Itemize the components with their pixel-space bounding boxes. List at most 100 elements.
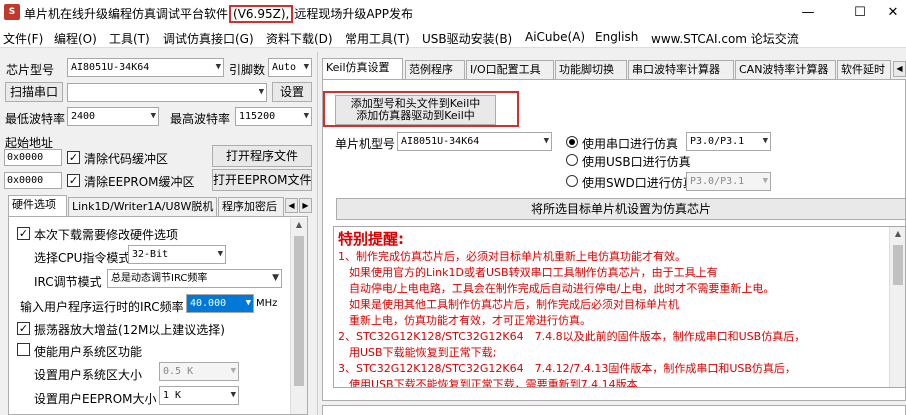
enable-sys-area-label: 使能用户系统区功能	[34, 345, 143, 359]
menu-english[interactable]: English	[595, 30, 638, 44]
cpu-mode-value: 32-Bit	[132, 249, 169, 260]
menu-downloads[interactable]: 资料下载(D)	[266, 30, 333, 47]
port-select[interactable]: ▼	[67, 83, 267, 102]
chevron-down-icon: ▼	[245, 298, 251, 308]
max-baud-select[interactable]: 115200 ▼	[235, 107, 312, 126]
max-baud-value: 115200	[239, 111, 276, 122]
settings-button[interactable]: 设置	[272, 82, 312, 102]
swd-pin-value: P3.0/P3.1	[690, 176, 745, 187]
tab-offline[interactable]: Link1D/Writer1A/U8W脱机	[68, 197, 217, 217]
menu-bar: 文件(F) 编程(O) 工具(T) 调试仿真接口(G) 资料下载(D) 常用工具…	[0, 26, 906, 48]
osc-gain-label: 振荡器放大增益(12M以上建议选择)	[34, 323, 225, 337]
scroll-up-icon[interactable]: ▲	[291, 220, 307, 229]
maximize-button[interactable]: ☐	[840, 3, 880, 23]
title-bar: S 单片机在线升级编程仿真调试平台软件 (V6.95Z), 远程现场升级APP发布 …	[0, 0, 906, 26]
menu-aicube[interactable]: AiCube(A)	[525, 30, 585, 44]
tab-pin-switch[interactable]: 功能脚切换	[555, 60, 627, 80]
min-baud-value: 2400	[71, 111, 96, 122]
eeprom-size-select[interactable]: 1 K ▼	[159, 386, 239, 405]
menu-debug-interface[interactable]: 调试仿真接口(G)	[163, 30, 254, 47]
min-baud-select[interactable]: 2400 ▼	[67, 107, 159, 126]
use-usb-radio[interactable]	[566, 154, 578, 169]
pin-count-select[interactable]: Auto ▼	[268, 58, 312, 77]
irc-mode-select[interactable]: 总是动态调节IRC频率 ▼	[107, 269, 282, 288]
tab-scroll-right[interactable]: ▶	[299, 198, 312, 213]
irc-freq-unit: MHz	[256, 298, 278, 309]
clear-eeprom-checkbox[interactable]: ✓	[67, 173, 80, 187]
notice-title: 特别提醒:	[338, 230, 404, 248]
cpu-mode-select[interactable]: 32-Bit ▼	[128, 245, 226, 264]
chip-model-select[interactable]: AI8051U-34K64 ▼	[67, 58, 224, 77]
tab-delay[interactable]: 软件延时	[837, 60, 891, 80]
title-prefix: 单片机在线升级编程仿真调试平台软件	[24, 7, 229, 21]
tab-examples[interactable]: 范例程序	[405, 60, 465, 80]
scroll-thumb[interactable]	[294, 236, 304, 386]
version-label: (V6.95Z),	[229, 5, 294, 23]
menu-usb-driver[interactable]: USB驱动安装(B)	[422, 30, 512, 47]
tab-hardware-options[interactable]: 硬件选项	[8, 195, 67, 217]
menu-file[interactable]: 文件(F)	[3, 30, 43, 47]
checkbox-icon	[17, 343, 30, 356]
chevron-right-icon: ▶	[302, 201, 309, 210]
notice-line: 重新上电，仿真功能才有效，才可正常进行仿真。	[338, 314, 591, 327]
notice-textarea[interactable]: 特别提醒: 1、制作完成仿真芯片后，必须对目标单片机重新上电仿真功能才有效。 如…	[333, 226, 906, 388]
notice-line: 2、STC32G12K128/STC32G12K64 7.4.8以及此前的固件版…	[338, 330, 806, 343]
menu-tools[interactable]: 工具(T)	[109, 30, 150, 47]
code-address-input[interactable]: 0x0000	[4, 149, 62, 166]
tab-scroll-left[interactable]: ◀	[285, 198, 298, 213]
swd-pin-select[interactable]: P3.0/P3.1 ▼	[686, 172, 771, 191]
cpu-mode-label: 选择CPU指令模式	[34, 251, 131, 265]
scroll-up-icon[interactable]: ▲	[890, 229, 905, 238]
tab-can-baud[interactable]: CAN波特率计算器	[735, 60, 836, 80]
check-icon: ✓	[17, 322, 30, 335]
uart-pin-value: P3.0/P3.1	[690, 136, 745, 147]
scroll-thumb[interactable]	[893, 245, 903, 285]
osc-gain-checkbox[interactable]: ✓	[17, 321, 30, 335]
enable-sys-area-checkbox[interactable]	[17, 343, 30, 359]
use-uart-radio[interactable]	[566, 136, 578, 151]
close-button[interactable]: ✕	[880, 3, 906, 23]
sys-area-size-select[interactable]: 0.5 K ▼	[159, 362, 239, 381]
open-program-button[interactable]: 打开程序文件	[212, 145, 312, 167]
irc-freq-label: 输入用户程序运行时的IRC频率	[20, 300, 184, 314]
use-swd-radio[interactable]	[566, 175, 578, 190]
modify-hw-checkbox[interactable]: ✓	[17, 226, 30, 240]
uart-pin-select[interactable]: P3.0/P3.1 ▼	[686, 132, 771, 151]
left-scrollbar[interactable]: ▲	[290, 218, 307, 414]
tab-keil-emulation[interactable]: Keil仿真设置	[322, 58, 403, 80]
mcu-model-select[interactable]: AI8051U-34K64 ▼	[397, 132, 552, 151]
chevron-down-icon: ▼	[303, 111, 309, 121]
notice-line: 如果使用官方的Link1D或者USB转双串口工具制作仿真芯片，由于工具上有	[338, 266, 718, 279]
menu-common-tools[interactable]: 常用工具(T)	[345, 30, 410, 47]
clear-code-label: 清除代码缓冲区	[84, 152, 169, 166]
scan-port-button[interactable]: 扫描串口	[5, 82, 63, 102]
eeprom-address-input[interactable]: 0x0000	[4, 172, 62, 189]
irc-mode-value: 总是动态调节IRC频率	[111, 273, 208, 284]
menu-forum[interactable]: www.STCAI.com 论坛交流	[651, 30, 799, 47]
min-baud-label: 最低波特率	[5, 112, 66, 126]
panel-divider[interactable]	[317, 52, 318, 415]
notice-line: 3、STC32G12K128/STC32G12K64 7.4.12/7.4.13…	[338, 362, 796, 375]
chevron-down-icon: ▼	[150, 111, 156, 121]
notice-line: 自动停电/上电电路，工具会在制作完成后自动进行停电/上电，此时才不需要重新上电。	[338, 282, 775, 295]
add-to-keil-button[interactable]: 添加型号和头文件到Keil中 添加仿真器驱动到Keil中	[335, 95, 496, 125]
set-as-emulator-button[interactable]: 将所选目标单片机设置为仿真芯片	[336, 198, 906, 220]
open-eeprom-button[interactable]: 打开EEPROM文件	[212, 169, 312, 191]
irc-freq-select[interactable]: 40.000 ▼	[186, 294, 254, 313]
chevron-down-icon: ▼	[258, 87, 264, 97]
title-suffix: 远程现场升级APP发布	[294, 7, 414, 21]
tab-io-config[interactable]: I/O口配置工具	[466, 60, 554, 80]
chevron-down-icon: ▼	[762, 176, 768, 186]
check-icon: ✓	[67, 151, 80, 164]
menu-program[interactable]: 编程(O)	[54, 30, 97, 47]
notice-line: 1、制作完成仿真芯片后，必须对目标单片机重新上电仿真功能才有效。	[338, 250, 686, 263]
max-baud-label: 最高波特率	[170, 112, 231, 126]
notice-scrollbar[interactable]: ▲	[889, 227, 905, 387]
radio-icon	[566, 175, 578, 187]
tab-uart-baud[interactable]: 串口波特率计算器	[628, 60, 734, 80]
tab-encryption[interactable]: 程序加密后	[218, 197, 284, 217]
minimize-button[interactable]: —	[788, 3, 828, 23]
clear-code-checkbox[interactable]: ✓	[67, 150, 80, 164]
check-icon: ✓	[17, 227, 30, 240]
tab-scroll-left[interactable]: ◀	[893, 61, 906, 77]
